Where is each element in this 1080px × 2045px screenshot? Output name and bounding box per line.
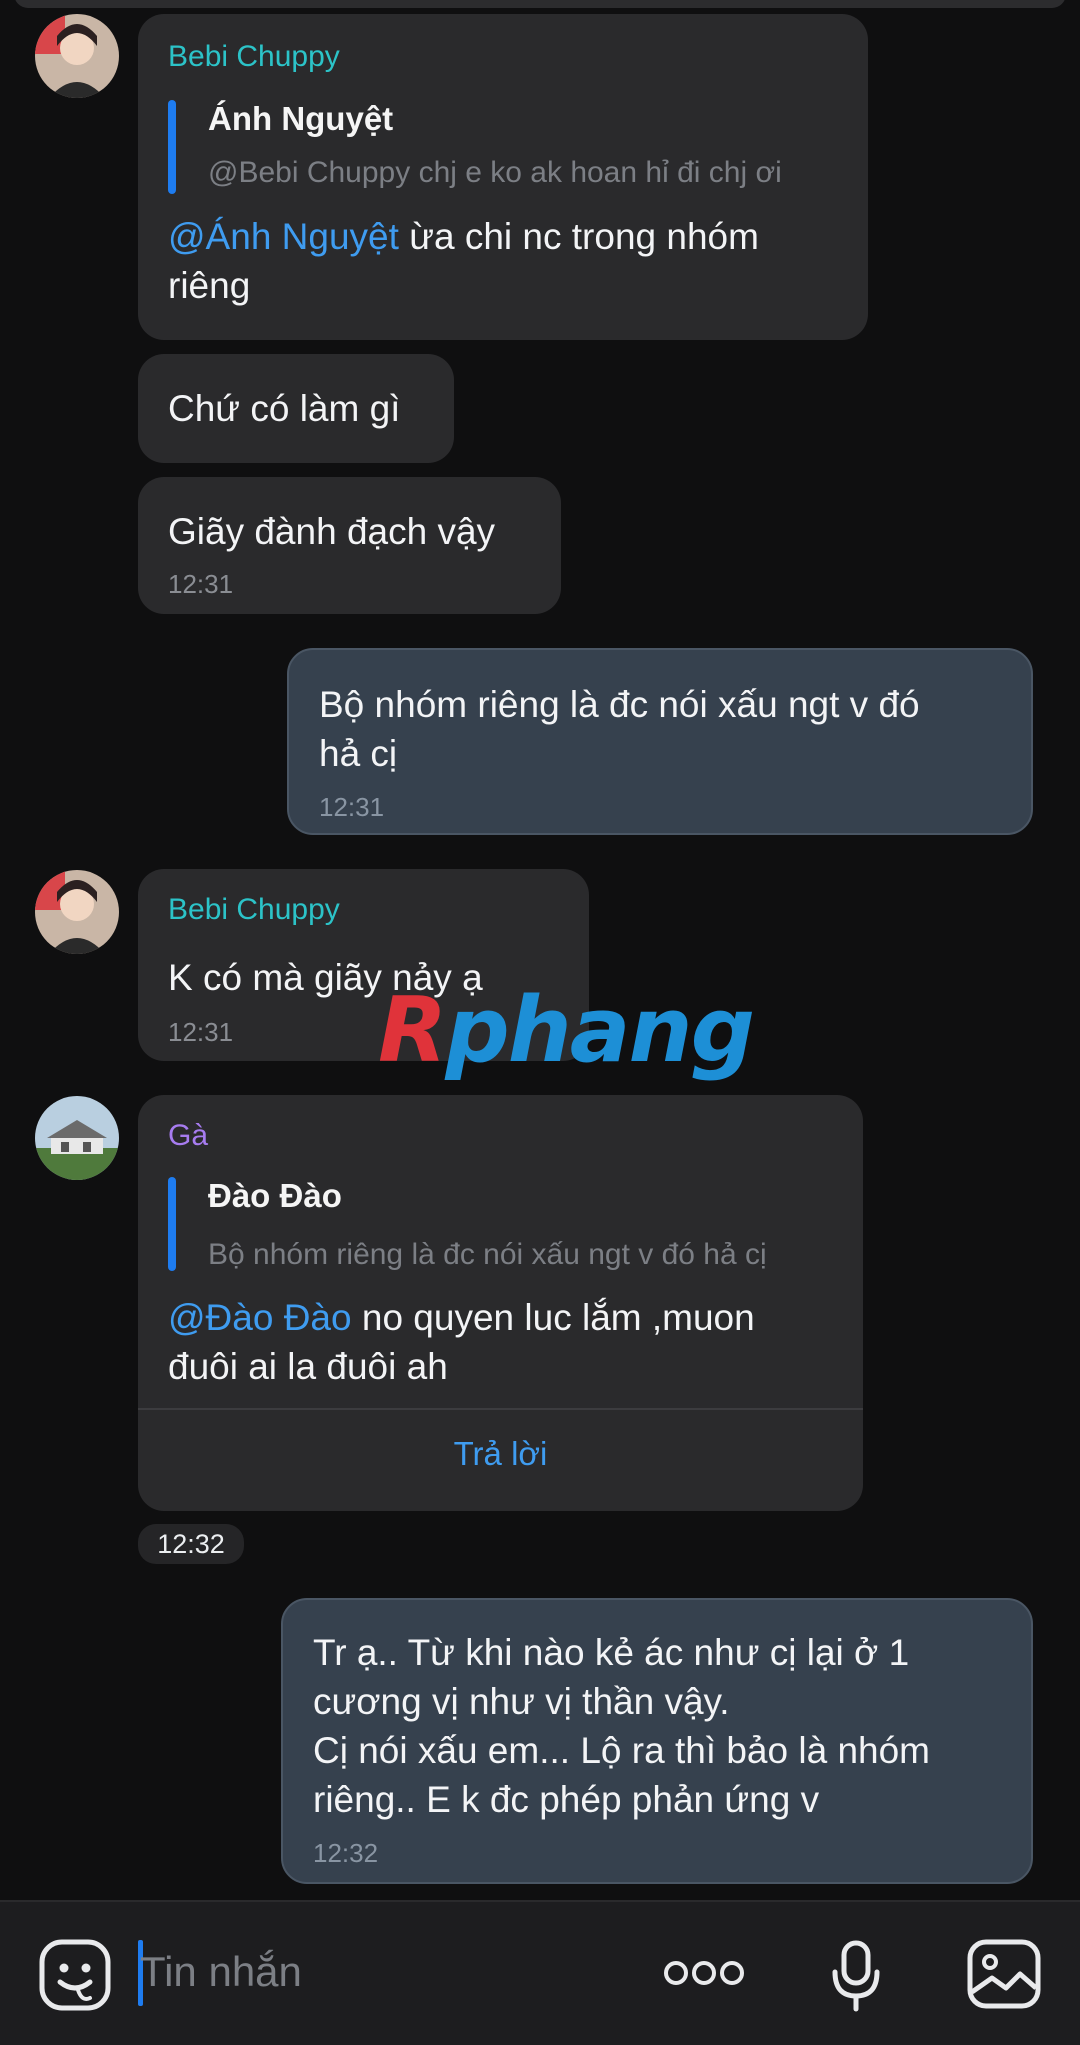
quote-text[interactable]: @Bebi Chuppy chj e ko ak hoan hỉ đi chj … <box>208 156 848 190</box>
avatar-ga[interactable] <box>35 1096 119 1180</box>
watermark-letter: R <box>378 978 447 1083</box>
message-text-part: hả cị <box>319 733 398 774</box>
message-time-pill: 12:32 <box>138 1524 244 1564</box>
message-text: @Đào Đào no quyen luc lắm ,muon đuôi ai l… <box>168 1293 848 1391</box>
image-gallery-icon[interactable] <box>966 1938 1042 2015</box>
message-text-part: Cị nói xấu em... Lộ ra thì bảo là nhóm <box>313 1730 931 1771</box>
message-text: Giãy đành đạch vậy <box>168 511 496 552</box>
message-text-part: Bộ nhóm riêng là đc nói xấu ngt v đó <box>319 684 920 725</box>
message-time: 12:31 <box>168 1017 234 1047</box>
reply-button[interactable]: Trả lời <box>138 1435 863 1473</box>
sticker-face-icon[interactable] <box>38 1938 112 2017</box>
message-text-part: ừa chi nc trong nhóm <box>398 216 759 257</box>
message-text: @Ánh Nguyệt ừa chi nc trong nhóm riêng <box>168 212 848 310</box>
message-text: Tr ạ.. Từ khi nào kẻ ác như cị lại ở 1 cư… <box>313 1628 1023 1824</box>
sender-name[interactable]: Gà <box>168 1119 208 1153</box>
message-bubble[interactable]: Giãy đành đạch vậy 12:31 <box>138 477 561 614</box>
more-dots-icon[interactable] <box>664 1958 744 1993</box>
top-bar-edge <box>14 0 1066 8</box>
message-text-part: đuôi ai la đuôi ah <box>168 1346 448 1387</box>
message-bubble[interactable]: Bebi Chuppy Ánh Nguyệt @Bebi Chuppy chj … <box>138 14 868 340</box>
mention-link[interactable]: @Ánh Nguyệt <box>168 216 399 257</box>
message-input[interactable]: Tin nhắn <box>140 1942 302 2002</box>
quote-text[interactable]: Bộ nhóm riêng là đc nói xấu ngt v đó hả … <box>208 1238 848 1272</box>
mention-link[interactable]: @Đào Đào <box>168 1297 352 1338</box>
message-text-part: riêng <box>168 265 251 306</box>
message-input-bar: Tin nhắn <box>0 1900 1080 2045</box>
watermark-logo: Rphang <box>378 978 755 1083</box>
sender-name[interactable]: Bebi Chuppy <box>168 893 340 927</box>
quote-bar <box>168 1177 176 1271</box>
outgoing-message-bubble[interactable]: Tr ạ.. Từ khi nào kẻ ác như cị lại ở 1 cư… <box>281 1598 1033 1884</box>
message-bubble[interactable]: Chứ có làm gì <box>138 354 454 463</box>
quote-author[interactable]: Ánh Nguyệt <box>208 100 393 138</box>
watermark-text: phang <box>445 978 755 1083</box>
reply-divider <box>138 1408 863 1410</box>
message-time: 12:31 <box>168 569 234 599</box>
message-bubble-with-reply[interactable]: Gà Đào Đào Bộ nhóm riêng là đc nói xấu n… <box>138 1095 863 1511</box>
quote-author[interactable]: Đào Đào <box>208 1177 342 1215</box>
sender-name[interactable]: Bebi Chuppy <box>168 40 340 74</box>
message-text-part: no quyen luc lắm ,muon <box>351 1297 755 1338</box>
message-text: Bộ nhóm riêng là đc nói xấu ngt v đó hả c… <box>319 680 1019 778</box>
outgoing-message-bubble[interactable]: Bộ nhóm riêng là đc nói xấu ngt v đó hả c… <box>287 648 1033 835</box>
avatar-bebi-chuppy[interactable] <box>35 14 119 98</box>
message-time: 12:32 <box>313 1838 379 1868</box>
avatar-bebi-chuppy[interactable] <box>35 870 119 954</box>
microphone-icon[interactable] <box>830 1940 882 2017</box>
message-text-part: Tr ạ.. Từ khi nào kẻ ác như cị lại ở 1 <box>313 1632 910 1673</box>
message-time: 12:31 <box>319 792 385 822</box>
quote-bar <box>168 100 176 194</box>
message-text: Chứ có làm gì <box>168 388 401 429</box>
message-text-part: cương vị như vị thần vậy. <box>313 1681 730 1722</box>
message-text-part: riêng.. E k đc phép phản ứng v <box>313 1779 820 1820</box>
